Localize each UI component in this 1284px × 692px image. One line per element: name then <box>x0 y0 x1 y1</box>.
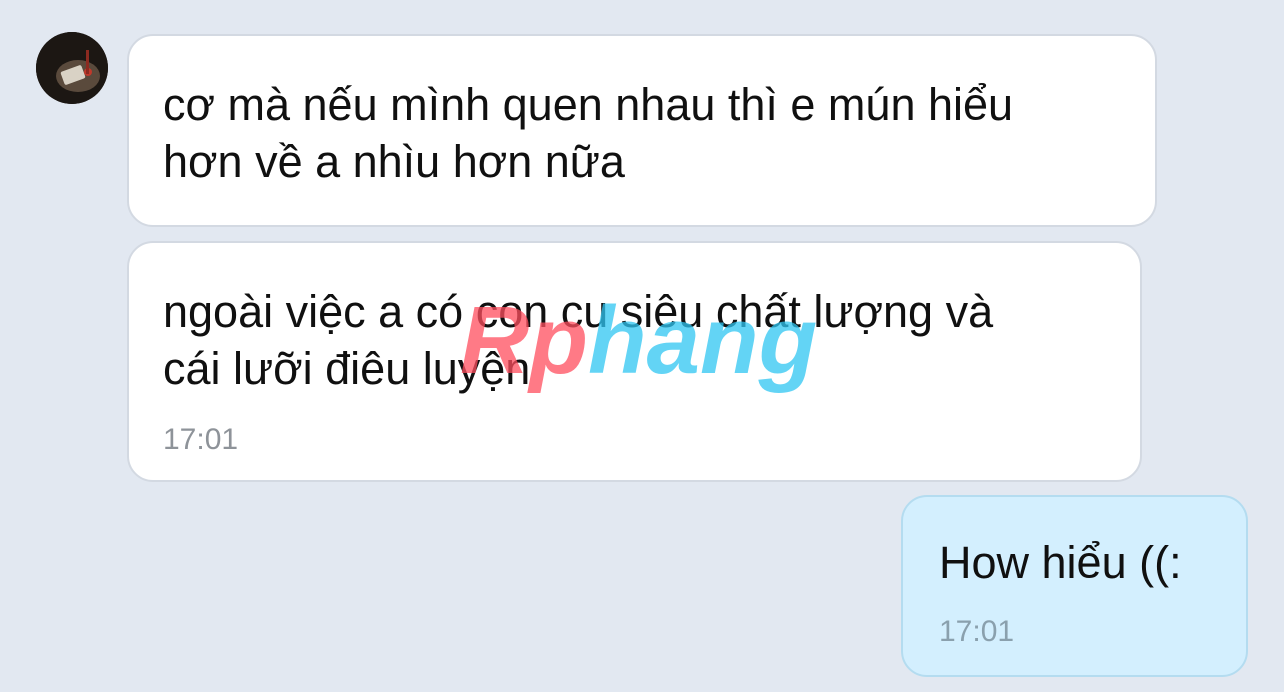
message-line: cơ mà nếu mình quen nhau thì e mún hiểu <box>163 79 1014 130</box>
message-bubble-incoming[interactable]: cơ mà nếu mình quen nhau thì e mún hiểu … <box>127 34 1157 227</box>
message-text: How hiểu ((: <box>939 534 1182 591</box>
message-line: ngoài việc a có con cu siêu chất lượng v… <box>163 286 994 337</box>
message-timestamp: 17:01 <box>163 423 239 456</box>
message-line: How hiểu ((: <box>939 537 1182 588</box>
message-text: cơ mà nếu mình quen nhau thì e mún hiểu … <box>163 76 1013 190</box>
message-line: hơn về a nhìu hơn nữa <box>163 136 625 187</box>
message-timestamp: 17:01 <box>939 615 1015 648</box>
message-bubble-incoming[interactable]: ngoài việc a có con cu siêu chất lượng v… <box>127 241 1142 482</box>
message-text: ngoài việc a có con cu siêu chất lượng v… <box>163 283 993 397</box>
message-bubble-outgoing[interactable]: How hiểu ((: 17:01 <box>901 495 1248 677</box>
message-line: cái lưỡi điêu luyện <box>163 343 531 394</box>
avatar-photo <box>36 32 108 104</box>
contact-avatar[interactable] <box>36 32 108 104</box>
